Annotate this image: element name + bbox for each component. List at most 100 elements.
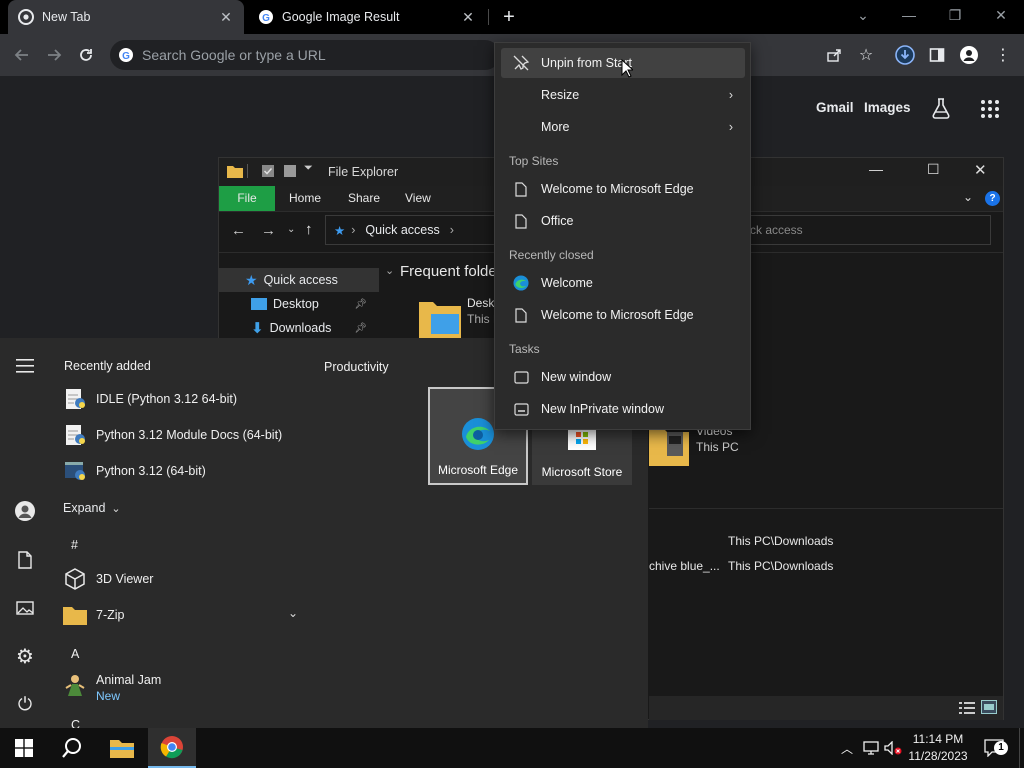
menu-item-label: New window [541,370,612,384]
details-view-icon[interactable] [959,701,975,715]
bookmark-star-icon[interactable]: ☆ [855,44,877,66]
restore-icon[interactable]: ❐ [932,0,978,30]
profile-avatar-icon[interactable] [958,44,980,66]
menu-item-new-inprivate-window[interactable]: New InPrivate window [501,394,745,424]
close-window-icon[interactable]: ✕ [978,0,1024,30]
edge-jump-list-menu: Unpin from Start Resize › More › Top Sit… [494,42,751,430]
apps-grid-icon[interactable] [980,99,1000,119]
recent-file-name[interactable]: chive blue_... [649,559,720,573]
ribbon-tab-share[interactable]: Share [334,186,394,211]
omnibox-placeholder: Search Google or type a URL [142,47,326,63]
folder-icon [227,164,243,178]
start-app-3d-viewer[interactable]: 3D Viewer [62,564,153,594]
group-letter-a[interactable]: A [71,647,79,661]
tasks-heading: Tasks [509,342,540,356]
taskbar-chrome[interactable] [148,728,196,768]
show-hidden-icons-chevron-icon[interactable]: ︿ [838,728,856,768]
start-app-python[interactable]: Python 3.12 (64-bit) [62,456,206,486]
chevron-right-icon: › [728,88,733,102]
menu-item-recently-closed[interactable]: Welcome to Microsoft Edge [501,300,745,330]
start-app-python-docs[interactable]: Python 3.12 Module Docs (64-bit) [62,420,282,450]
videos-folder-icon[interactable] [649,424,689,466]
taskbar-search-icon[interactable] [48,728,96,768]
explorer-minimize-icon[interactable]: — [869,161,883,177]
folder-expand-chevron-icon[interactable]: ⌄ [288,606,298,620]
images-link[interactable]: Images [864,100,911,115]
labs-flask-icon[interactable] [930,97,952,119]
ribbon-tab-view[interactable]: View [391,186,445,211]
taskbar: ︿ 11:14 PM 11/28/2023 1 [0,728,1024,768]
kebab-menu-icon[interactable]: ⋮ [992,44,1014,66]
windows-start-button[interactable] [0,728,48,768]
desktop-folder-icon[interactable] [419,298,461,338]
pictures-icon[interactable] [13,596,37,620]
group-letter-c[interactable]: C [71,718,80,728]
explorer-close-icon[interactable]: ✕ [974,161,987,179]
properties-check-icon[interactable] [261,164,275,178]
tab-new-tab[interactable]: New Tab ✕ [8,0,244,34]
gmail-link[interactable]: Gmail [816,100,854,115]
recent-locations-icon[interactable]: ⌄ [287,224,295,235]
expand-recent-button[interactable]: Expand ⌄ [63,501,121,515]
page-icon [511,179,531,199]
minimize-icon[interactable]: — [886,0,932,30]
tab-search-chevron-icon[interactable]: ⌄ [840,0,886,30]
documents-icon[interactable] [13,548,37,572]
nav-desktop[interactable]: Desktop 📌︎ [219,292,379,316]
back-arrow-icon[interactable] [9,42,35,68]
show-desktop-button[interactable] [1019,728,1024,768]
nav-quick-access[interactable]: ★ Quick access [219,268,379,292]
download-icon[interactable] [894,44,916,66]
up-arrow-icon[interactable]: ↑ [305,221,313,238]
reload-icon[interactable] [73,42,99,68]
section-collapse-icon[interactable]: ⌄ [385,264,394,277]
group-letter-hash[interactable]: # [71,538,78,552]
large-icons-view-icon[interactable] [981,700,997,714]
omnibox[interactable]: G Search Google or type a URL [110,40,500,70]
nav-label: Quick access [263,273,338,287]
start-app-7zip[interactable]: 7-Zip [62,600,124,630]
forward-arrow-icon[interactable] [41,42,67,68]
menu-item-top-site[interactable]: Office [501,206,745,236]
menu-item-recently-closed[interactable]: Welcome [501,268,745,298]
start-app-idle[interactable]: IDLE (Python 3.12 64-bit) [62,384,237,414]
ribbon-expand-chevron-icon[interactable]: ⌄ [963,190,973,204]
menu-item-top-site[interactable]: Welcome to Microsoft Edge [501,174,745,204]
user-account-icon[interactable] [13,499,37,523]
taskbar-file-explorer[interactable] [98,728,146,768]
menu-item-new-window[interactable]: New window [501,362,745,392]
tab-google-image-result[interactable]: G Google Image Result ✕ [248,0,486,34]
hamburger-menu-icon[interactable] [13,354,37,378]
explorer-search-box[interactable]: ck access [739,215,991,245]
power-icon[interactable]: ⏻ [13,692,37,716]
tab-close-icon[interactable]: ✕ [460,9,476,25]
notification-center-icon[interactable]: 1 [982,728,1008,768]
taskbar-clock[interactable]: 11:14 PM 11/28/2023 [898,731,978,765]
ribbon-tab-home[interactable]: Home [275,186,335,211]
explorer-maximize-icon[interactable]: ☐ [927,161,940,178]
app-name: Python 3.12 Module Docs (64-bit) [96,428,283,442]
menu-item-resize[interactable]: Resize › [501,80,745,110]
quick-access-star-icon: ★ [245,271,258,288]
new-tab-plus-icon[interactable]: + [498,6,520,28]
menu-item-more[interactable]: More › [501,112,745,142]
network-icon[interactable] [860,728,882,768]
mouse-cursor-icon [621,59,633,78]
google-g-icon: G [118,47,134,63]
tab-separator [488,9,489,25]
share-icon[interactable] [823,44,845,66]
ribbon-tab-file[interactable]: File [219,186,275,211]
nav-downloads[interactable]: ⬇ Downloads 📌︎ [219,316,379,340]
explorer-forward-icon[interactable]: → [261,222,276,239]
start-app-animal-jam[interactable]: Animal Jam New [62,673,161,703]
explorer-back-icon[interactable]: ← [231,222,246,239]
top-sites-heading: Top Sites [509,154,559,168]
chevron-down-icon: ⌄ [111,502,121,515]
new-folder-icon[interactable] [283,164,297,178]
tab-close-icon[interactable]: ✕ [218,9,234,25]
help-icon[interactable]: ? [985,191,1000,206]
app-name: IDLE (Python 3.12 64-bit) [96,392,238,406]
side-panel-icon[interactable] [926,44,948,66]
qat-dropdown-icon[interactable]: ⏷ [304,162,313,175]
settings-gear-icon[interactable]: ⚙ [13,644,37,668]
